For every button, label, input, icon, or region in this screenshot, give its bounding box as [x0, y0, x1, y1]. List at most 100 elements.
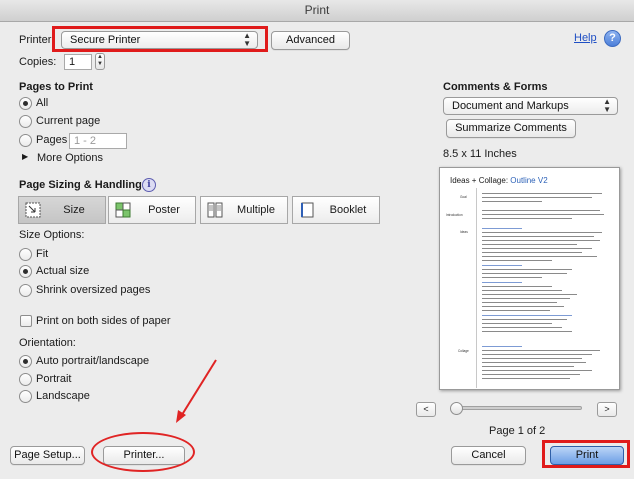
window-title: Print — [304, 3, 330, 17]
preview-divider — [476, 188, 477, 388]
comments-select[interactable]: Document and Markups ▲ ▼ — [443, 97, 618, 115]
info-icon[interactable]: i — [142, 178, 156, 192]
prev-page-button[interactable]: < — [416, 402, 436, 417]
preview-text-line — [482, 265, 522, 266]
radio-pages-all[interactable] — [19, 97, 32, 110]
preview-text-line — [482, 244, 577, 245]
preview-text-line — [482, 331, 572, 332]
preview-text-line — [482, 286, 552, 287]
preview-text-line — [482, 201, 542, 202]
preview-text-line — [482, 282, 522, 283]
more-options-link[interactable]: More Options — [37, 152, 103, 164]
page-slider-knob[interactable] — [450, 402, 463, 415]
preview-text-line — [482, 269, 572, 270]
page-indicator: Page 1 of 2 — [489, 425, 546, 437]
highlight-printer-ellipse — [91, 432, 195, 472]
radio-pages-current[interactable] — [19, 115, 32, 128]
preview-text-line — [482, 374, 580, 375]
both-sides-label: Print on both sides of paper — [36, 315, 171, 327]
preview-text-line — [482, 310, 550, 311]
preview-text-line — [482, 327, 562, 328]
copies-input[interactable]: 1 — [64, 54, 92, 70]
size-option-fit: Fit — [36, 248, 49, 260]
preview-text-line — [482, 256, 597, 257]
mode-poster-label: Poster — [148, 204, 180, 216]
size-options-label: Size Options: — [19, 229, 85, 241]
sizing-heading: Page Sizing & Handling — [19, 179, 142, 191]
preview-text-line — [482, 290, 562, 291]
page-slider-track[interactable] — [452, 406, 582, 410]
mode-poster-button[interactable]: Poster — [108, 196, 196, 224]
preview-text-line — [482, 323, 552, 324]
preview-text-line — [482, 214, 604, 215]
preview-text-line — [482, 354, 592, 355]
preview-side-goal: Goal — [460, 195, 467, 199]
radio-fit[interactable] — [19, 248, 32, 261]
highlight-print-rect — [542, 440, 630, 468]
both-sides-checkbox[interactable] — [20, 315, 32, 327]
question-icon[interactable]: ? — [604, 30, 621, 47]
mode-booklet-button[interactable]: Booklet — [292, 196, 380, 224]
preview-text-line — [482, 319, 567, 320]
preview-text-line — [482, 315, 572, 316]
help-link[interactable]: Help — [574, 32, 597, 44]
pages-range-input[interactable]: 1 - 2 — [69, 133, 127, 149]
preview-doc-title: Ideas + Collage: Outline V2 — [450, 176, 548, 185]
orientation-option-auto: Auto portrait/landscape — [36, 355, 150, 367]
comments-select-value: Document and Markups — [452, 100, 569, 112]
mode-size-button[interactable]: Size — [18, 196, 106, 224]
preview-text-line — [482, 306, 564, 307]
preview-text-line — [482, 277, 542, 278]
preview-side-ideas: Ideas — [460, 230, 468, 234]
preview-text-line — [482, 236, 594, 237]
preview-text-line — [482, 366, 574, 367]
page-setup-button[interactable]: Page Setup... — [10, 446, 85, 465]
preview-text-line — [482, 228, 522, 229]
orientation-option-portrait: Portrait — [36, 373, 72, 385]
radio-shrink[interactable] — [19, 284, 32, 297]
pages-heading: Pages to Print — [19, 81, 93, 93]
advanced-button[interactable]: Advanced — [271, 31, 350, 50]
preview-text-line — [482, 260, 552, 261]
radio-auto-orientation[interactable] — [19, 355, 32, 368]
radio-landscape[interactable] — [19, 390, 32, 403]
radio-pages-range[interactable] — [19, 134, 32, 147]
copies-stepper[interactable]: ▲ ▼ — [95, 53, 105, 70]
window-title-bar: Print — [0, 0, 634, 22]
preview-text-line — [482, 378, 570, 379]
preview-text-line — [482, 252, 582, 253]
preview-side-intro: Introduction — [446, 213, 463, 217]
mode-multiple-button[interactable]: Multiple — [200, 196, 288, 224]
preview-text-line — [482, 240, 600, 241]
preview-text-line — [482, 346, 522, 347]
preview-text-line — [482, 193, 602, 194]
cancel-button[interactable]: Cancel — [451, 446, 526, 465]
radio-actual-size[interactable] — [19, 265, 32, 278]
preview-text-line — [482, 210, 600, 211]
preview-text-line — [482, 294, 577, 295]
popup-arrows-icon: ▲ ▼ — [603, 97, 611, 114]
highlight-printer-rect — [52, 26, 268, 52]
disclosure-triangle-icon[interactable]: ▶ — [22, 152, 28, 161]
pages-option-all: All — [36, 97, 49, 109]
size-option-actual: Actual size — [36, 265, 90, 277]
orientation-label: Orientation: — [19, 337, 76, 349]
preview-text-line — [482, 370, 592, 371]
pages-option-range: Pages — [36, 134, 68, 146]
mode-booklet-label: Booklet — [329, 204, 367, 216]
preview-text-line — [482, 302, 557, 303]
preview-text-line — [482, 362, 586, 363]
annotation-arrow-icon — [176, 359, 217, 423]
paper-size-label: 8.5 x 11 Inches — [443, 148, 517, 160]
radio-portrait[interactable] — [19, 373, 32, 386]
preview-text-line — [482, 197, 592, 198]
page-preview: Ideas + Collage: Outline V2 Goal Introdu… — [439, 167, 620, 390]
mode-size-label: Size — [63, 204, 85, 216]
preview-text-line — [482, 248, 592, 249]
preview-side-collage: Collage — [458, 349, 469, 353]
next-page-button[interactable]: > — [597, 402, 617, 417]
preview-text-line — [482, 298, 570, 299]
preview-text-line — [482, 232, 602, 233]
summarize-comments-button[interactable]: Summarize Comments — [446, 119, 576, 138]
comments-heading: Comments & Forms — [443, 81, 548, 93]
